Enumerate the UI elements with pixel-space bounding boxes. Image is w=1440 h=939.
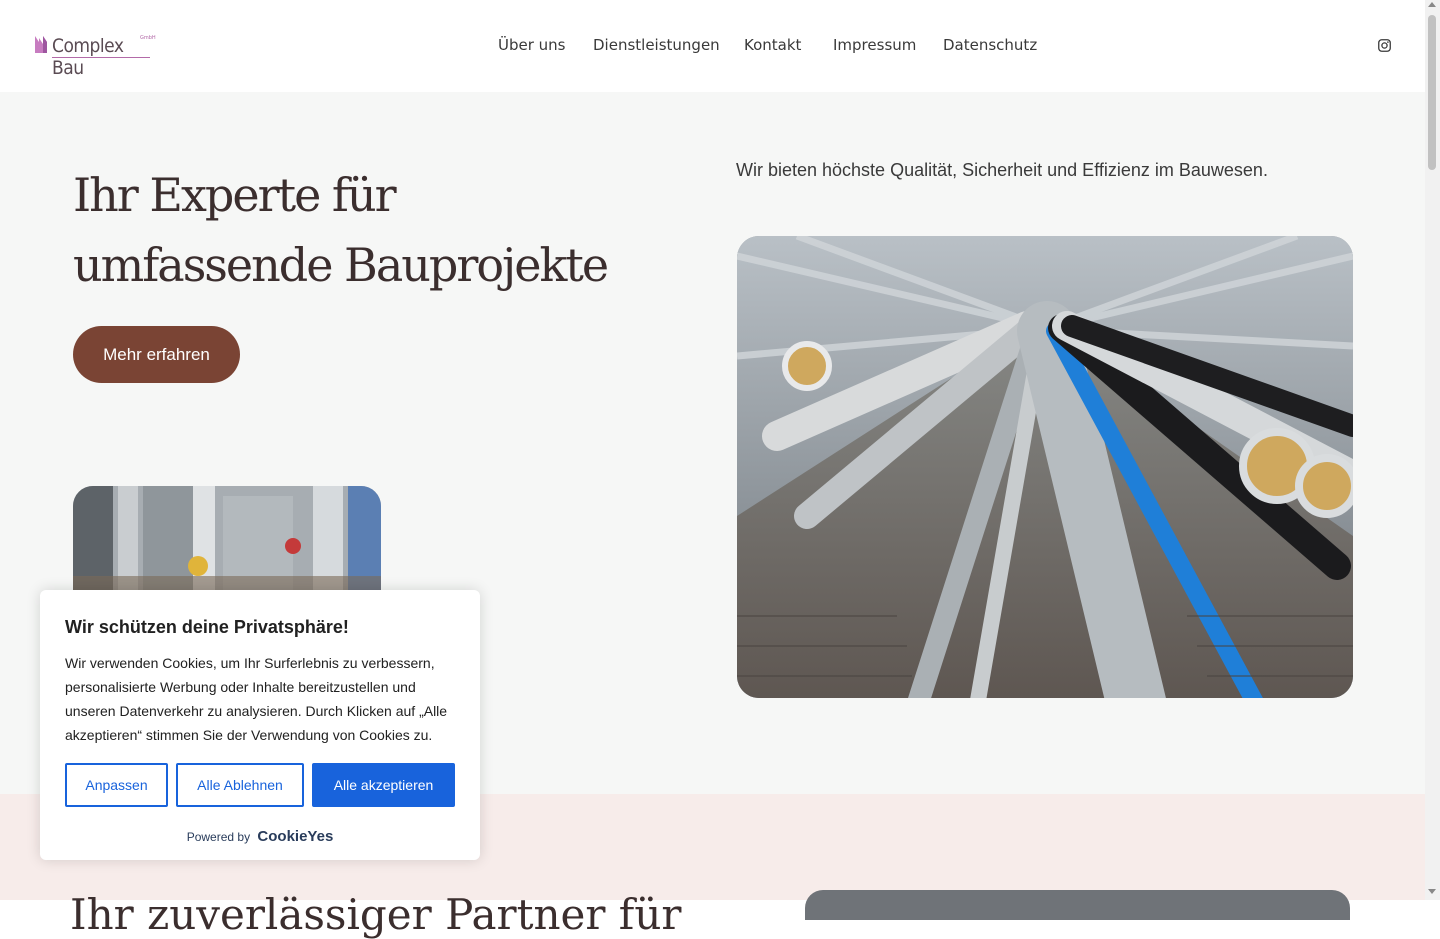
hero-image-pipes [737,236,1353,698]
partner-image [805,890,1350,920]
nav-item-ueber-uns[interactable]: Über uns [498,36,566,54]
mehr-erfahren-button[interactable]: Mehr erfahren [73,326,240,383]
logo-mark-icon [35,36,47,53]
nav-item-dienstleistungen[interactable]: Dienstleistungen [593,36,720,54]
partner-title: Ihr zuverlässiger Partner für [70,890,682,939]
powered-by-label: Powered by [186,830,251,844]
cookie-consent-banner: Wir schützen deine Privatsphäre! Wir ver… [40,590,480,860]
cookie-title: Wir schützen deine Privatsphäre! [65,617,349,637]
scroll-up-arrow-icon[interactable] [1428,2,1436,7]
hero-title-line-2: umfassende Bauprojekte [73,238,609,292]
scrollbar-thumb[interactable] [1428,15,1436,170]
logo-underline [52,57,150,58]
nav-item-impressum[interactable]: Impressum [833,36,916,54]
hero-title-line-1: Ihr Experte für [73,168,397,222]
site-header: Complex Bau GmbH Über uns Dienstleistung… [0,0,1425,92]
hero-subtitle: Wir bieten höchste Qualität, Sicherheit … [736,160,1268,180]
logo-suffix: GmbH [140,35,156,41]
pipes-illustration [737,236,1353,698]
customize-button[interactable]: Anpassen [65,763,168,807]
reject-all-button[interactable]: Alle Ablehnen [176,763,304,807]
machinery-illustration [73,486,381,606]
cookieyes-logo[interactable]: CookieYes [257,828,333,845]
scroll-down-arrow-icon[interactable] [1428,889,1436,894]
instagram-icon[interactable] [1378,39,1391,52]
logo[interactable]: Complex Bau GmbH [34,30,156,79]
cookie-description: Wir verwenden Cookies, um Ihr Surferlebn… [65,655,448,743]
powered-by: Powered by CookieYes [40,828,480,845]
secondary-image-pipes [73,486,381,606]
nav-item-kontakt[interactable]: Kontakt [744,36,801,54]
nav-item-datenschutz[interactable]: Datenschutz [943,36,1037,54]
hero-title: Ihr Experte für umfassende Bauprojekte [73,160,693,300]
page-scrollbar[interactable] [1425,0,1440,900]
accept-all-button[interactable]: Alle akzeptieren [312,763,455,807]
